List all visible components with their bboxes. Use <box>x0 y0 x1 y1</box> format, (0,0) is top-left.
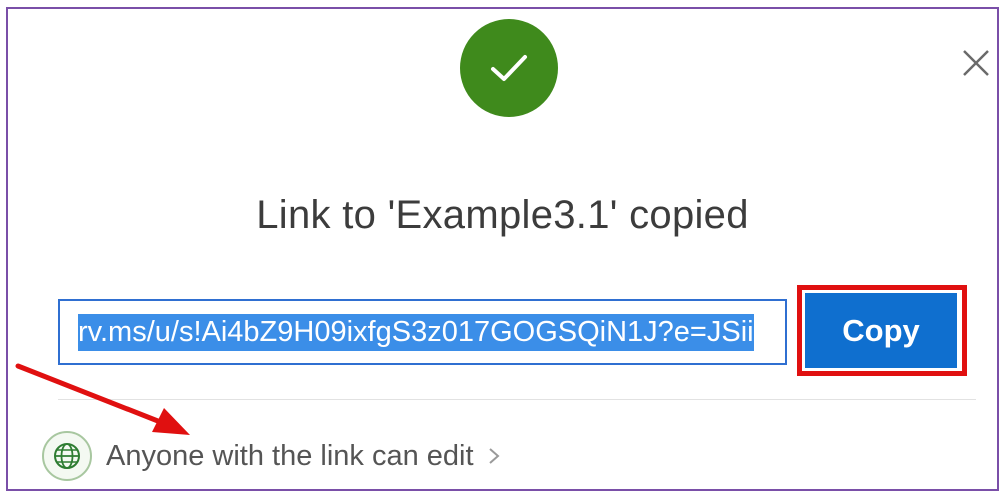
success-badge <box>460 19 558 117</box>
chevron-right-icon <box>488 448 500 464</box>
checkmark-icon <box>491 55 527 81</box>
close-button[interactable] <box>958 45 994 81</box>
link-field[interactable]: rv.ms/u/s!Ai4bZ9H09ixfgS3z017GOGSQiN1J?e… <box>58 299 787 365</box>
globe-icon <box>42 431 92 481</box>
close-icon <box>963 50 989 76</box>
permission-label: Anyone with the link can edit <box>106 439 474 472</box>
link-text[interactable]: rv.ms/u/s!Ai4bZ9H09ixfgS3z017GOGSQiN1J?e… <box>78 313 754 351</box>
link-permission-setting[interactable]: Anyone with the link can edit <box>42 429 502 483</box>
dialog-title: Link to 'Example3.1' copied <box>256 193 749 237</box>
divider <box>58 399 976 400</box>
copy-button[interactable]: Copy <box>805 293 957 368</box>
share-dialog: Link to 'Example3.1' copied rv.ms/u/s!Ai… <box>6 7 999 491</box>
